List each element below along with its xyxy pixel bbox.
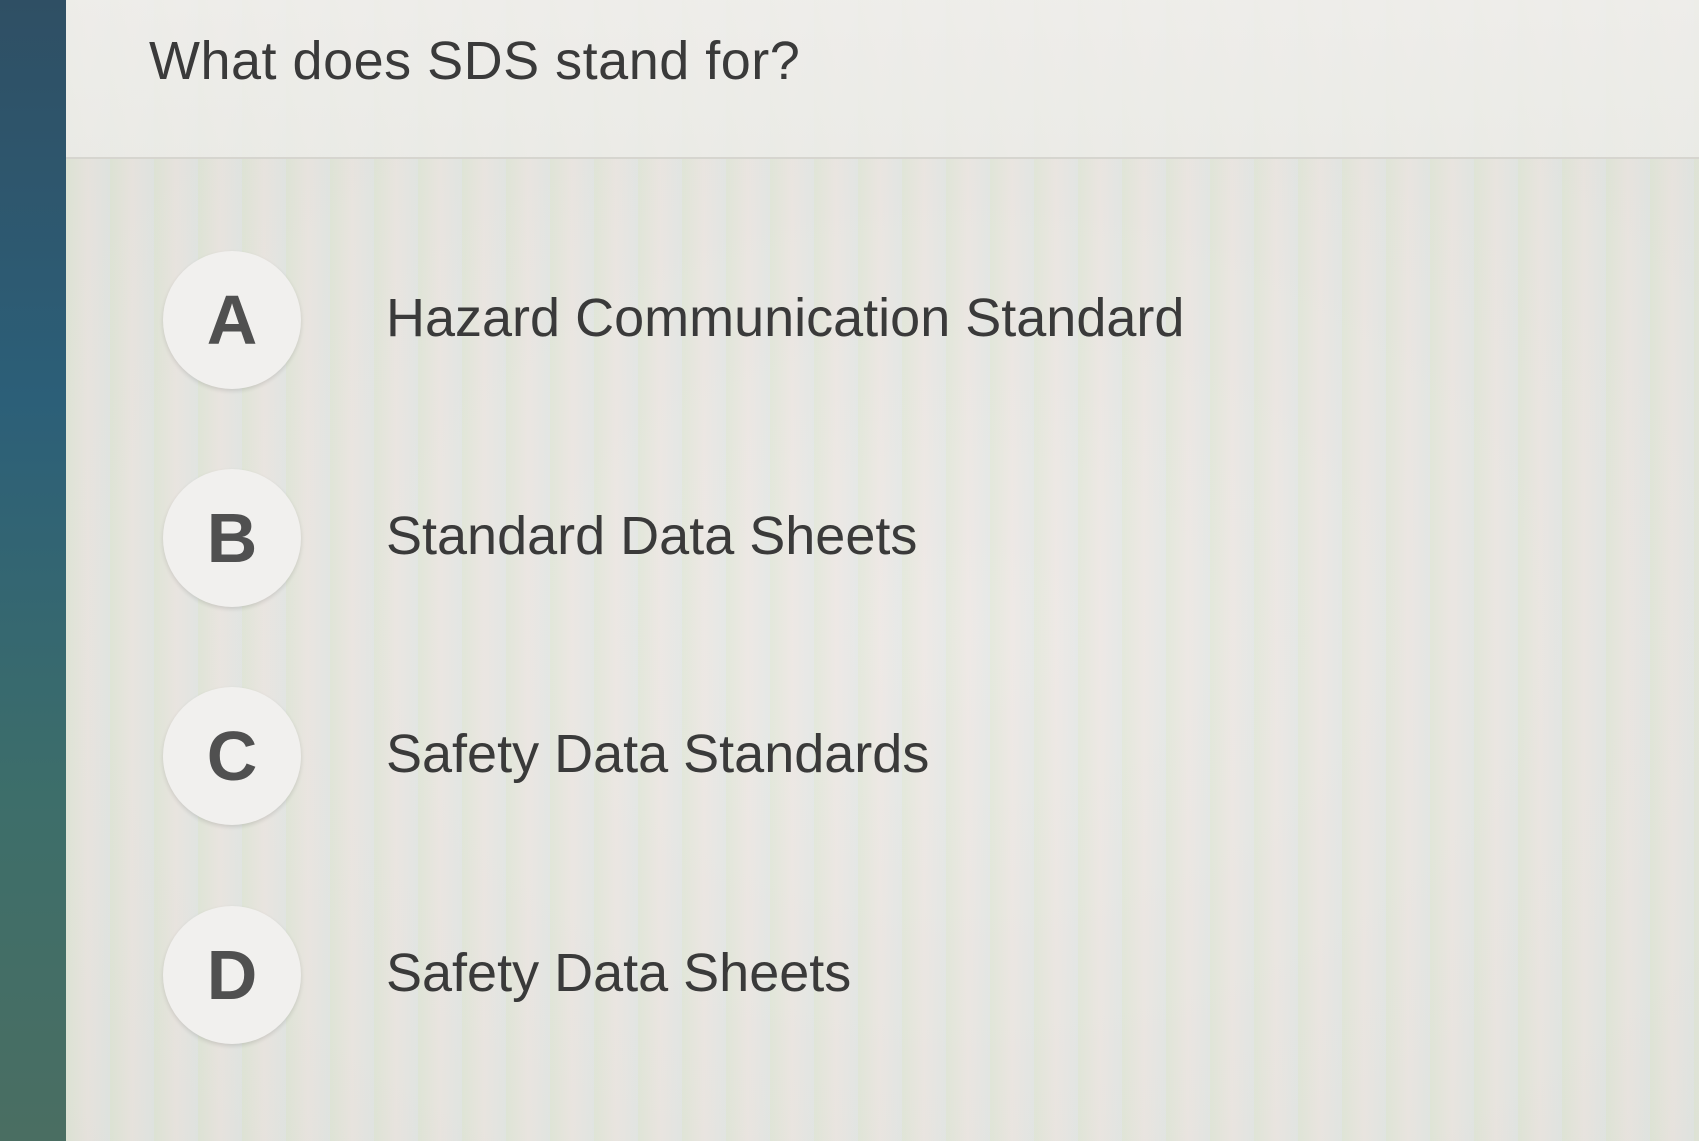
answer-option-d[interactable]: D Safety Data Sheets: [66, 906, 1699, 1046]
question-text: What does SDS stand for?: [149, 31, 801, 91]
question-header: What does SDS stand for?: [66, 0, 1699, 159]
answer-option-b[interactable]: B Standard Data Sheets: [66, 469, 1699, 609]
quiz-panel: What does SDS stand for? A Hazard Commun…: [66, 0, 1699, 1141]
left-edge-strip: [0, 0, 66, 1141]
option-letter-badge-b: B: [163, 469, 301, 607]
option-text-a: Hazard Communication Standard: [386, 288, 1185, 348]
option-text-c: Safety Data Standards: [386, 724, 930, 784]
option-text-b: Standard Data Sheets: [386, 506, 918, 566]
answer-option-c[interactable]: C Safety Data Standards: [66, 687, 1699, 827]
answer-option-a[interactable]: A Hazard Communication Standard: [66, 251, 1699, 391]
option-letter-badge-c: C: [163, 687, 301, 825]
option-letter-badge-d: D: [163, 906, 301, 1044]
option-text-d: Safety Data Sheets: [386, 943, 852, 1003]
option-letter-badge-a: A: [163, 251, 301, 389]
